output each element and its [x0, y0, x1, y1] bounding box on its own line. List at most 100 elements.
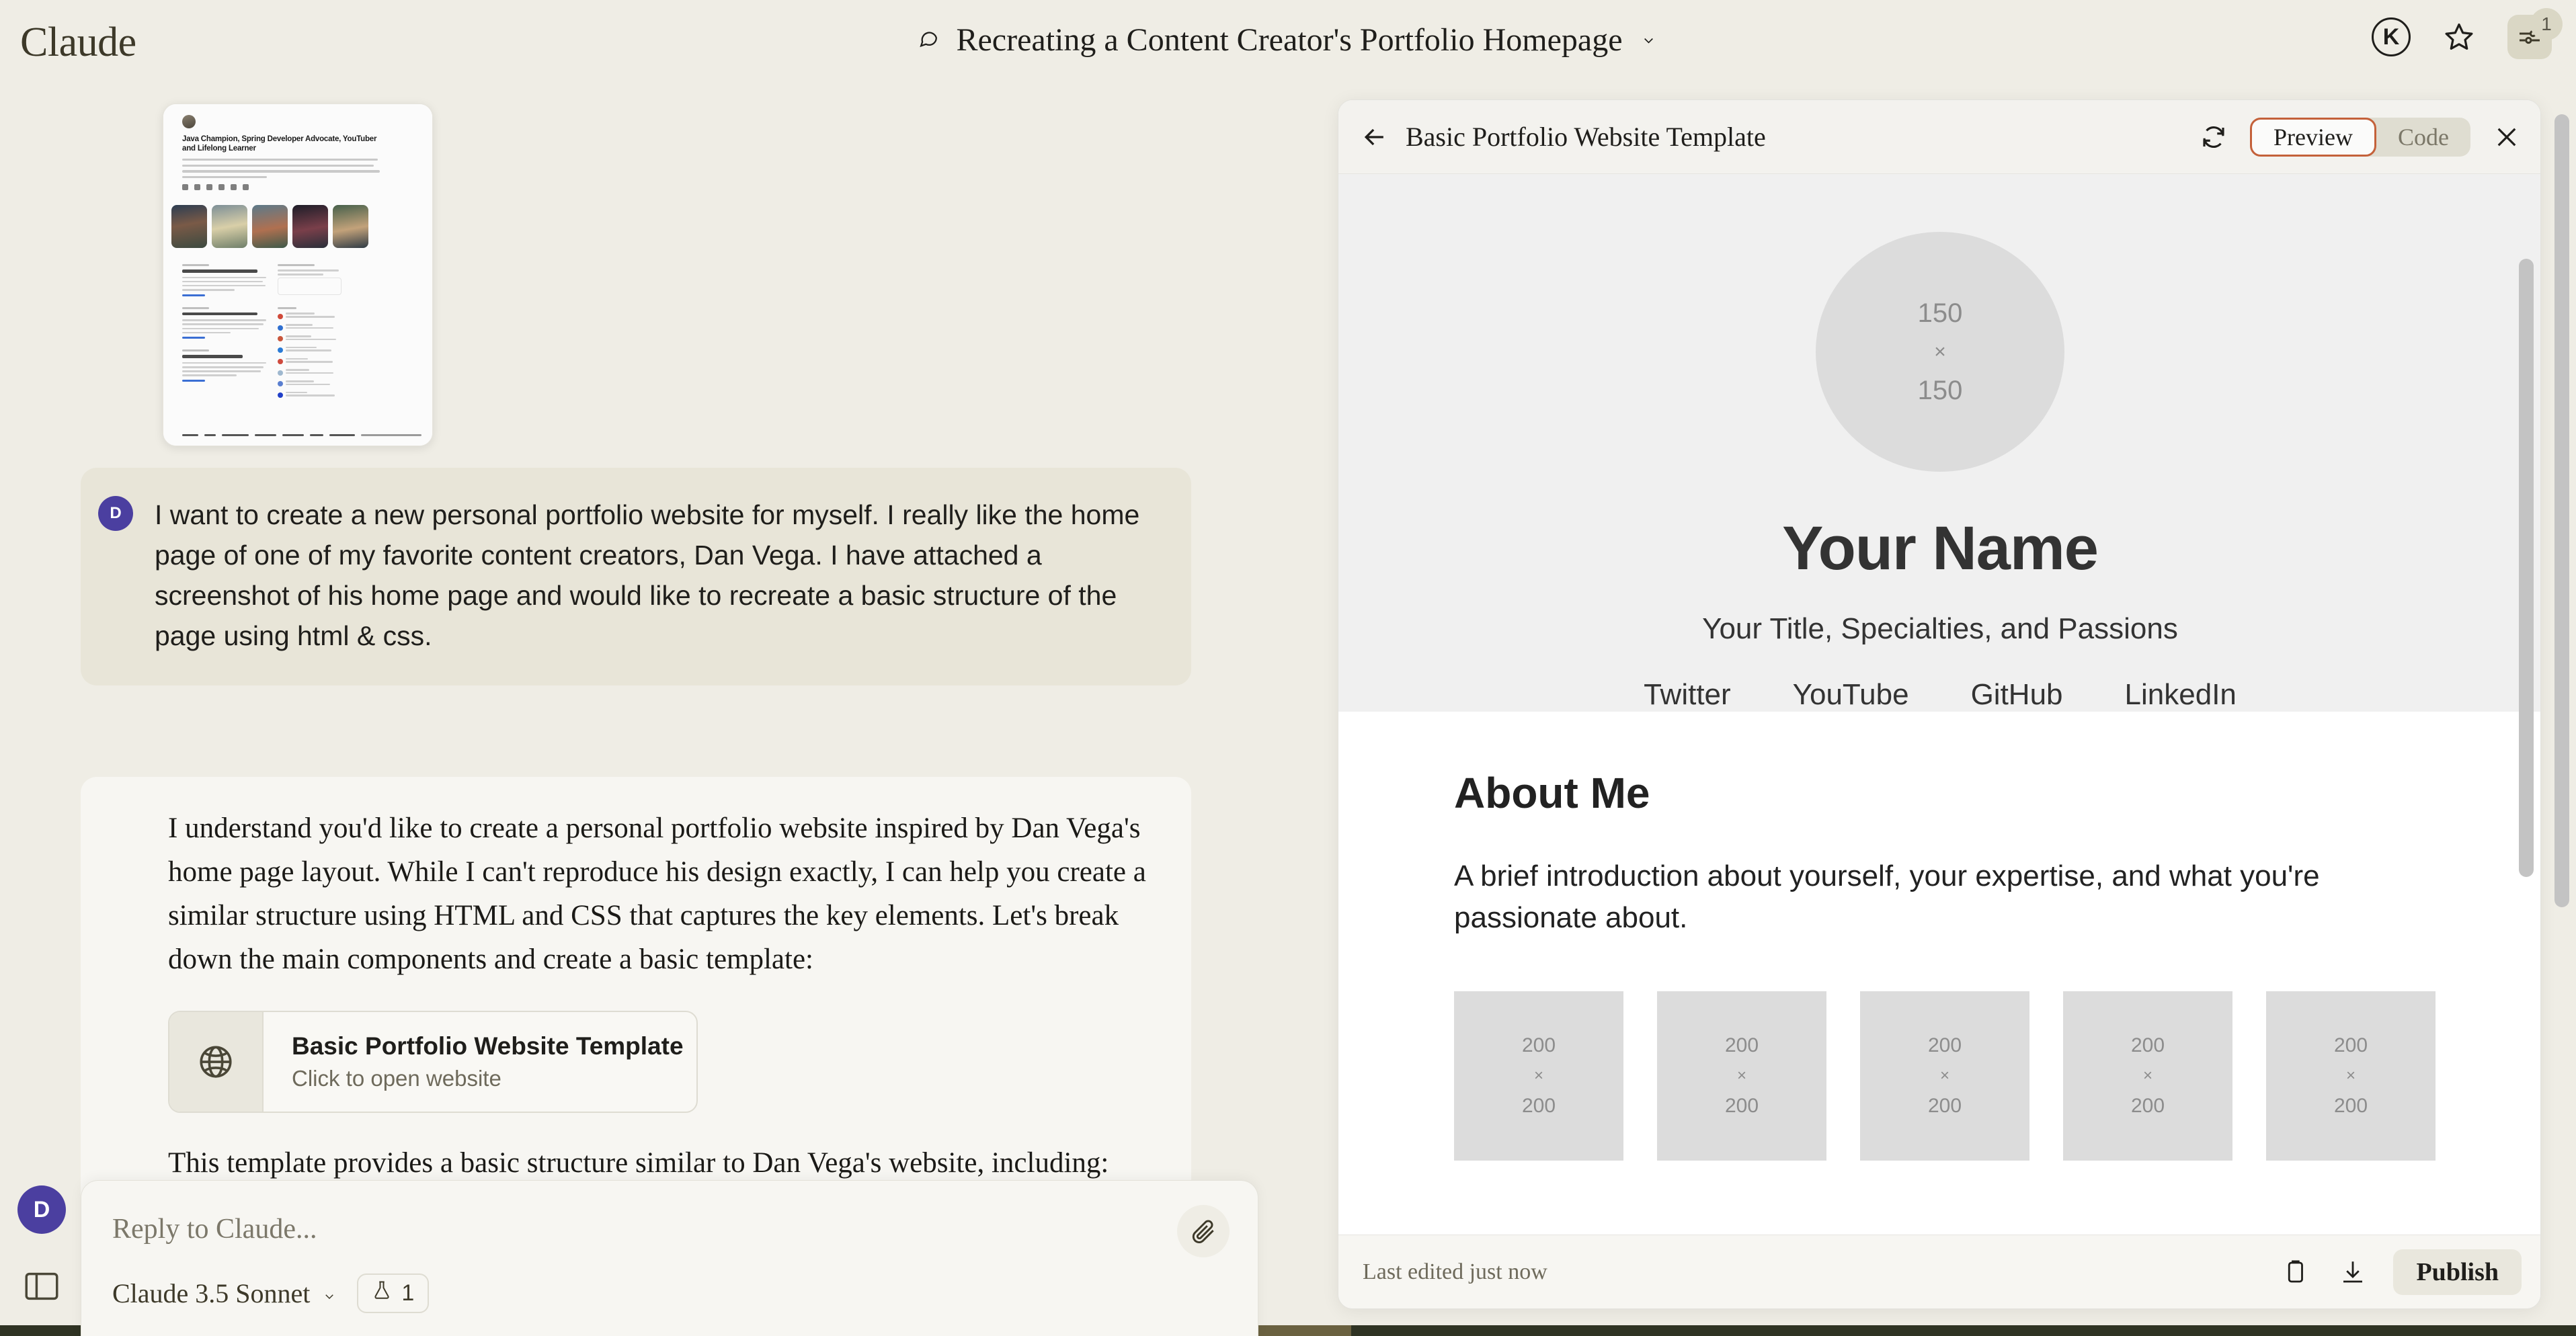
artifact-panel-actions: Preview Code [2198, 100, 2523, 174]
artifact-panel-title: Basic Portfolio Website Template [1406, 121, 1766, 153]
chat-bubble-icon [917, 27, 940, 53]
placeholder-width: 200 [1725, 1034, 1759, 1057]
preview-name: Your Name [1782, 513, 2098, 584]
reply-input[interactable]: Reply to Claude... [112, 1213, 317, 1245]
message-composer: Reply to Claude... Claude 3.5 Sonnet [81, 1180, 1258, 1336]
publish-button[interactable]: Publish [2393, 1249, 2522, 1295]
placeholder-width: 200 [1522, 1034, 1556, 1057]
tab-preview[interactable]: Preview [2250, 118, 2376, 157]
chat-title-menu[interactable]: Recreating a Content Creator's Portfolio… [917, 22, 1658, 58]
artifact-panel: Basic Portfolio Website Template Preview… [1338, 99, 2541, 1309]
artifact-panel-header: Basic Portfolio Website Template Preview… [1338, 100, 2541, 174]
copy-icon[interactable] [2278, 1255, 2312, 1290]
thumb-paragraph [182, 159, 384, 178]
gallery-placeholder: 200 × 200 [2063, 991, 2232, 1161]
placeholder-times: × [1534, 1067, 1543, 1085]
social-link-linkedin[interactable]: LinkedIn [2125, 678, 2237, 712]
placeholder-height: 200 [1928, 1095, 1962, 1118]
artifact-card-title: Basic Portfolio Website Template [292, 1032, 684, 1060]
app-logo[interactable]: Claude [20, 19, 136, 67]
conversation-column: Java Champion, Spring Developer Advocate… [81, 91, 1318, 1336]
thumbnail-preview: Java Champion, Spring Developer Advocate… [163, 104, 432, 446]
gallery-placeholder: 200 × 200 [1657, 991, 1826, 1161]
artifact-preview-body: 150 × 150 Your Name Your Title, Specialt… [1338, 174, 2541, 1236]
chevron-down-icon [1639, 34, 1659, 47]
social-link-github[interactable]: GitHub [1971, 678, 2063, 712]
assistant-paragraph-2: This template provides a basic structure… [168, 1141, 1151, 1185]
user-avatar-rail[interactable]: D [17, 1185, 66, 1234]
artifact-preview-card[interactable]: Basic Portfolio Website Template Click t… [168, 1011, 698, 1113]
last-edited-status: Last edited just now [1363, 1259, 1547, 1285]
placeholder-height: 200 [2131, 1095, 2165, 1118]
model-selector[interactable]: Claude 3.5 Sonnet [112, 1278, 338, 1309]
placeholder-times: × [1737, 1067, 1746, 1085]
left-rail: D [0, 91, 81, 1336]
preview-about-section: About Me A brief introduction about your… [1338, 712, 2541, 1161]
user-message-avatar: D [98, 496, 133, 531]
attach-file-icon[interactable] [1177, 1205, 1230, 1257]
placeholder-times: × [1934, 341, 1946, 364]
preview-hero-section: 150 × 150 Your Name Your Title, Specialt… [1338, 174, 2541, 712]
gallery-placeholder: 200 × 200 [1860, 991, 2029, 1161]
preview-social-links: Twitter YouTube GitHub LinkedIn [1644, 678, 2237, 712]
preview-gallery: 200 × 200 200 × 200 200 × 200 [1454, 991, 2426, 1161]
about-heading: About Me [1454, 768, 2426, 818]
about-paragraph: A brief introduction about yourself, you… [1454, 855, 2382, 939]
settings-sliders-button[interactable]: 1 [2507, 15, 2552, 59]
thumb-footer-links [182, 434, 421, 436]
page-scrollbar[interactable] [2554, 114, 2569, 907]
placeholder-times: × [1940, 1067, 1949, 1085]
account-avatar[interactable]: K [2372, 17, 2411, 56]
thumb-social-icons [182, 184, 432, 190]
top-right-actions: K 1 [2372, 15, 2552, 59]
top-header-bar: Claude Recreating a Content Creator's Po… [0, 0, 2576, 91]
user-message-text: I want to create a new personal portfoli… [155, 495, 1151, 656]
placeholder-width: 200 [1928, 1034, 1962, 1057]
star-icon[interactable] [2442, 19, 2477, 54]
profile-image-placeholder: 150 × 150 [1816, 232, 2064, 472]
preview-subtitle: Your Title, Specialties, and Passions [1702, 612, 2178, 646]
placeholder-times: × [2143, 1067, 2152, 1085]
chevron-down-icon [321, 1278, 338, 1309]
close-icon[interactable] [2491, 121, 2523, 153]
placeholder-width: 200 [2334, 1034, 2368, 1057]
placeholder-width: 150 [1918, 298, 1963, 329]
flask-icon [372, 1280, 392, 1306]
experiments-count: 1 [401, 1280, 414, 1306]
model-name-label: Claude 3.5 Sonnet [112, 1278, 310, 1309]
composer-footer-row: Claude 3.5 Sonnet 1 [112, 1274, 429, 1313]
artifact-scrollbar[interactable] [2519, 259, 2534, 877]
placeholder-height: 200 [1725, 1095, 1759, 1118]
chat-title: Recreating a Content Creator's Portfolio… [956, 22, 1622, 58]
download-icon[interactable] [2335, 1255, 2370, 1290]
gallery-placeholder: 200 × 200 [2266, 991, 2436, 1161]
artifact-footer-actions: Publish [2278, 1235, 2522, 1309]
artifact-card-meta: Basic Portfolio Website Template Click t… [264, 1012, 684, 1112]
artifact-card-subtitle: Click to open website [292, 1066, 684, 1091]
social-link-youtube[interactable]: YouTube [1793, 678, 1909, 712]
assistant-paragraph-1: I understand you'd like to create a pers… [168, 806, 1151, 981]
placeholder-width: 200 [2131, 1034, 2165, 1057]
gallery-placeholder: 200 × 200 [1454, 991, 1623, 1161]
back-arrow-icon[interactable] [1359, 121, 1391, 153]
social-link-twitter[interactable]: Twitter [1644, 678, 1731, 712]
preview-code-toggle: Preview Code [2250, 118, 2470, 157]
thumb-article-list [182, 264, 423, 403]
globe-icon [169, 1012, 264, 1112]
claude-app-window: Claude Recreating a Content Creator's Po… [0, 0, 2576, 1336]
placeholder-height: 200 [1522, 1095, 1556, 1118]
thumb-avatar [182, 115, 196, 128]
placeholder-height: 200 [2334, 1095, 2368, 1118]
sidebar-toggle-icon[interactable] [24, 1271, 59, 1301]
attached-screenshot-thumbnail[interactable]: Java Champion, Spring Developer Advocate… [163, 103, 433, 446]
refresh-icon[interactable] [2198, 121, 2230, 153]
settings-badge: 1 [2530, 8, 2563, 40]
thumb-heading: Java Champion, Spring Developer Advocate… [182, 134, 384, 153]
user-message-bubble: D I want to create a new personal portfo… [81, 468, 1191, 685]
artifact-panel-footer: Last edited just now Publish [1338, 1235, 2541, 1308]
experiments-chip[interactable]: 1 [357, 1274, 429, 1313]
tab-code[interactable]: Code [2376, 118, 2470, 157]
placeholder-times: × [2346, 1067, 2356, 1085]
placeholder-height: 150 [1918, 376, 1963, 406]
thumb-photo-strip [171, 205, 368, 248]
